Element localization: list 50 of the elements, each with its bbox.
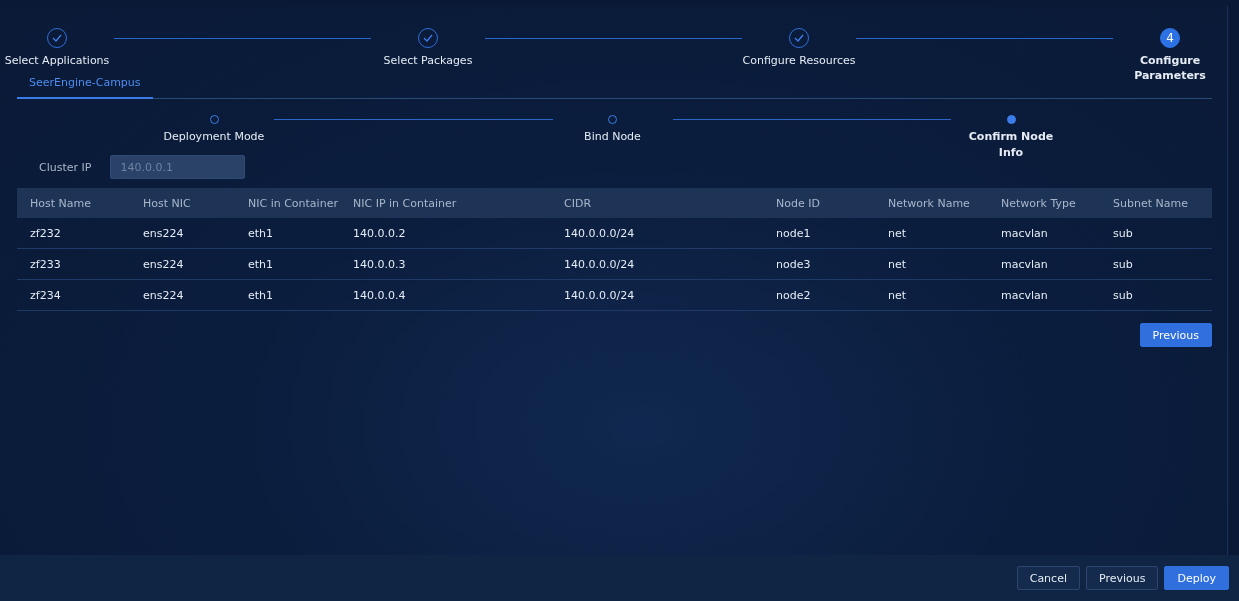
table-cell-text: net	[887, 288, 908, 302]
table-cell-text: macvlan	[1000, 226, 1049, 240]
column-header: Host Name	[29, 196, 92, 210]
table-cell-text: sub	[1112, 226, 1134, 240]
table-cell-text: eth1	[247, 257, 275, 271]
step-label: Confirm Node Info	[967, 129, 1055, 161]
table-cell-text: net	[887, 257, 908, 271]
column-header: Subnet Name	[1112, 196, 1189, 210]
column-header: Network Name	[887, 196, 971, 210]
table-cell-text: 140.0.0.4	[352, 288, 407, 302]
table-cell-text: 140.0.0.0/24	[563, 257, 636, 271]
previous-button[interactable]: Previous	[1139, 323, 1212, 347]
step-label: Configure Parameters	[1133, 53, 1207, 83]
table-cell-text: macvlan	[1000, 288, 1049, 302]
table-cell-text: node3	[775, 257, 812, 271]
step-label: Bind Node	[584, 129, 641, 145]
step-label: Deployment Mode	[163, 129, 265, 145]
field-label: Cluster IP	[39, 160, 92, 174]
table-cell-text: node1	[775, 226, 812, 240]
step-label: Select Applications	[4, 53, 110, 68]
step-label: Select Packages	[383, 53, 473, 68]
table-cell-text: ens224	[142, 226, 185, 240]
step-label: Configure Resources	[742, 53, 856, 68]
table-cell-text: zf233	[29, 257, 62, 271]
footer-button[interactable]: Previous	[1085, 566, 1159, 590]
table-cell-text: eth1	[247, 226, 275, 240]
column-header: NIC in Container	[247, 196, 339, 210]
table-cell-text: sub	[1112, 288, 1134, 302]
tab[interactable]: SeerEngine-Campus	[17, 71, 153, 99]
table-cell-text: 140.0.0.2	[352, 226, 407, 240]
column-header: Host NIC	[142, 196, 192, 210]
column-header: Node ID	[775, 196, 821, 210]
table-cell-text: sub	[1112, 257, 1134, 271]
table-cell-text: macvlan	[1000, 257, 1049, 271]
table-cell-text: eth1	[247, 288, 275, 302]
table-cell-text: ens224	[142, 288, 185, 302]
table-cell-text: zf234	[29, 288, 62, 302]
table-cell-text: 140.0.0.0/24	[563, 226, 636, 240]
table-cell-text: ens224	[142, 257, 185, 271]
table-cell-text: zf232	[29, 226, 62, 240]
column-header: Network Type	[1000, 196, 1077, 210]
column-header: NIC IP in Container	[352, 196, 458, 210]
table-cell-text: 140.0.0.3	[352, 257, 407, 271]
table-cell-text: 140.0.0.0/24	[563, 288, 636, 302]
table-cell-text: net	[887, 226, 908, 240]
footer-button[interactable]: Deploy	[1164, 566, 1229, 590]
step-number: 4	[1160, 28, 1180, 48]
table-cell-text: node2	[775, 288, 812, 302]
footer-button[interactable]: Cancel	[1016, 566, 1080, 590]
column-header: CIDR	[563, 196, 593, 210]
